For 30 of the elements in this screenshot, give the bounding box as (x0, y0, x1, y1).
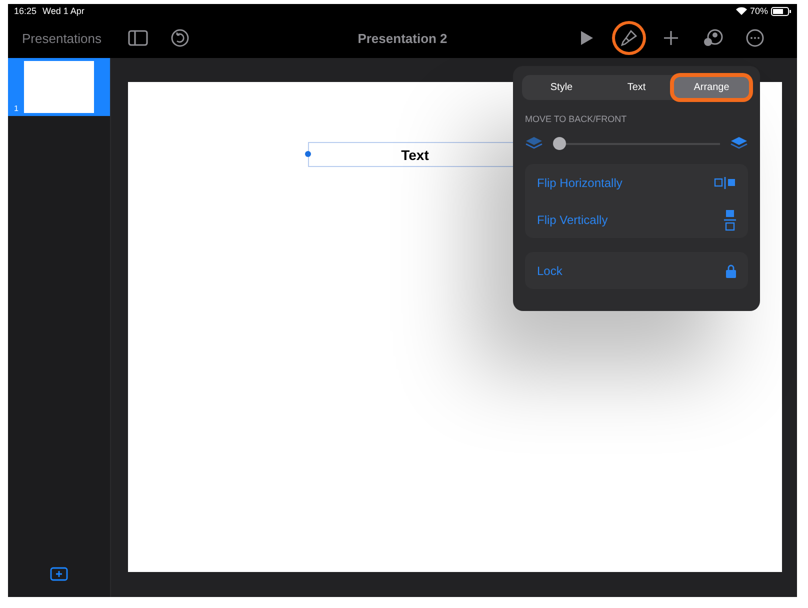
send-back-icon[interactable] (525, 136, 543, 150)
battery-icon (771, 6, 791, 16)
option-label[interactable]: Flip Horizontally (537, 176, 622, 190)
slider-thumb[interactable] (553, 136, 566, 150)
presentations-link[interactable]: Presentations (22, 30, 102, 46)
wifi-icon (736, 7, 747, 15)
flip-horizontal-icon (714, 176, 736, 188)
sidebar-icon[interactable] (128, 30, 148, 46)
undo-icon[interactable] (170, 29, 188, 47)
status-date: Wed 1 Apr (42, 6, 84, 16)
format-tab[interactable]: Arrange (674, 77, 749, 98)
format-tab[interactable]: Style (524, 77, 599, 98)
collaborate-icon[interactable] (703, 29, 723, 47)
paintbrush-icon[interactable] (620, 29, 638, 47)
battery-percent: 70% (750, 6, 768, 16)
section-heading: MOVE TO BACK/FRONT (525, 114, 628, 124)
option-label[interactable]: Lock (537, 264, 562, 278)
add-slide-icon[interactable] (50, 567, 68, 581)
play-icon[interactable] (580, 30, 594, 46)
more-icon[interactable] (746, 29, 764, 47)
bring-front-icon[interactable] (730, 136, 748, 150)
slide-thumbnail[interactable]: 1 (8, 58, 110, 116)
status-time: 16:25 (14, 6, 37, 16)
format-tab[interactable]: Text (599, 77, 674, 98)
lock-icon (726, 264, 736, 278)
layer-slider[interactable] (553, 136, 720, 150)
add-icon[interactable] (663, 30, 679, 46)
flip-vertical-icon (724, 208, 736, 230)
option-label[interactable]: Flip Vertically (537, 212, 608, 226)
document-title: Presentation 2 (358, 30, 448, 46)
